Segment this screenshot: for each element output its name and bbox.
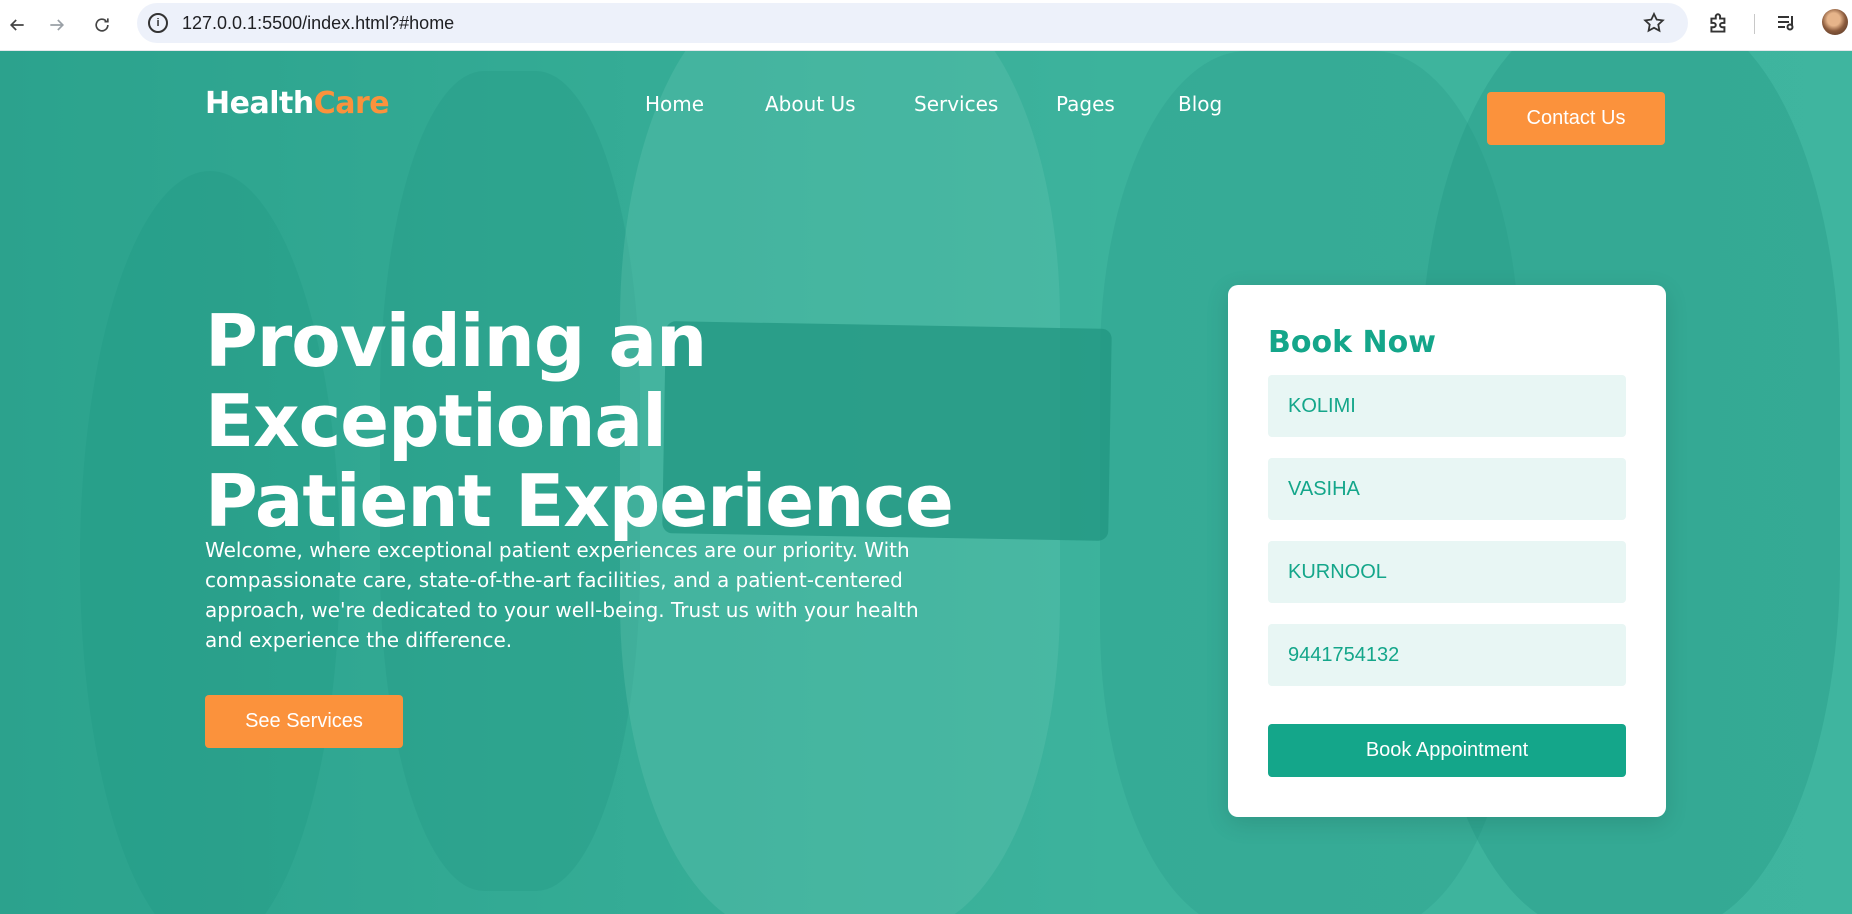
book-appointment-button[interactable]: Book Appointment: [1268, 724, 1626, 777]
site-logo[interactable]: HealthCare: [205, 86, 390, 121]
back-icon[interactable]: [0, 8, 34, 42]
headline-line: Patient Experience: [205, 459, 954, 543]
bookmark-star-icon[interactable]: [1642, 11, 1666, 35]
intro-line: compassionate care, state-of-the-art fac…: [205, 568, 903, 592]
nav-item-blog[interactable]: Blog: [1178, 92, 1222, 116]
intro-line: Welcome, where exceptional patient exper…: [205, 538, 910, 562]
address-bar[interactable]: i 127.0.0.1:5500/index.html?#home: [137, 3, 1688, 43]
site-info-icon[interactable]: i: [148, 13, 168, 33]
intro-line: approach, we're dedicated to your well-b…: [205, 598, 919, 622]
see-services-button[interactable]: See Services: [205, 695, 403, 748]
logo-text-accent: Care: [313, 86, 390, 121]
nav-item-pages[interactable]: Pages: [1056, 92, 1115, 116]
headline-line: Providing an Exceptional: [205, 299, 707, 463]
browser-toolbar: i 127.0.0.1:5500/index.html?#home: [0, 0, 1852, 51]
nav-item-home[interactable]: Home: [645, 92, 704, 116]
extensions-icon[interactable]: [1706, 11, 1734, 39]
intro-line: and experience the difference.: [205, 628, 513, 652]
contact-us-button[interactable]: Contact Us: [1487, 92, 1665, 145]
toolbar-divider: [1754, 14, 1755, 34]
nav-item-services[interactable]: Services: [914, 92, 998, 116]
reload-icon[interactable]: [85, 8, 119, 42]
url-text[interactable]: 127.0.0.1:5500/index.html?#home: [182, 13, 454, 34]
hero-intro-text: Welcome, where exceptional patient exper…: [205, 535, 945, 655]
booking-title: Book Now: [1268, 325, 1436, 360]
phone-field[interactable]: 9441754132: [1268, 624, 1626, 686]
forward-icon[interactable]: [40, 8, 74, 42]
media-controls-icon[interactable]: [1775, 11, 1803, 39]
booking-card: Book Now KOLIMI VASIHA KURNOOL 944175413…: [1228, 285, 1666, 817]
city-field[interactable]: KURNOOL: [1268, 541, 1626, 603]
nav-item-about-us[interactable]: About Us: [765, 92, 856, 116]
profile-avatar[interactable]: [1822, 9, 1848, 35]
last-name-field[interactable]: VASIHA: [1268, 458, 1626, 520]
hero-section: HealthCare Home About Us Services Pages …: [0, 51, 1852, 914]
first-name-field[interactable]: KOLIMI: [1268, 375, 1626, 437]
logo-text-main: Health: [205, 86, 314, 121]
hero-headline: Providing an Exceptional Patient Experie…: [205, 301, 1105, 541]
